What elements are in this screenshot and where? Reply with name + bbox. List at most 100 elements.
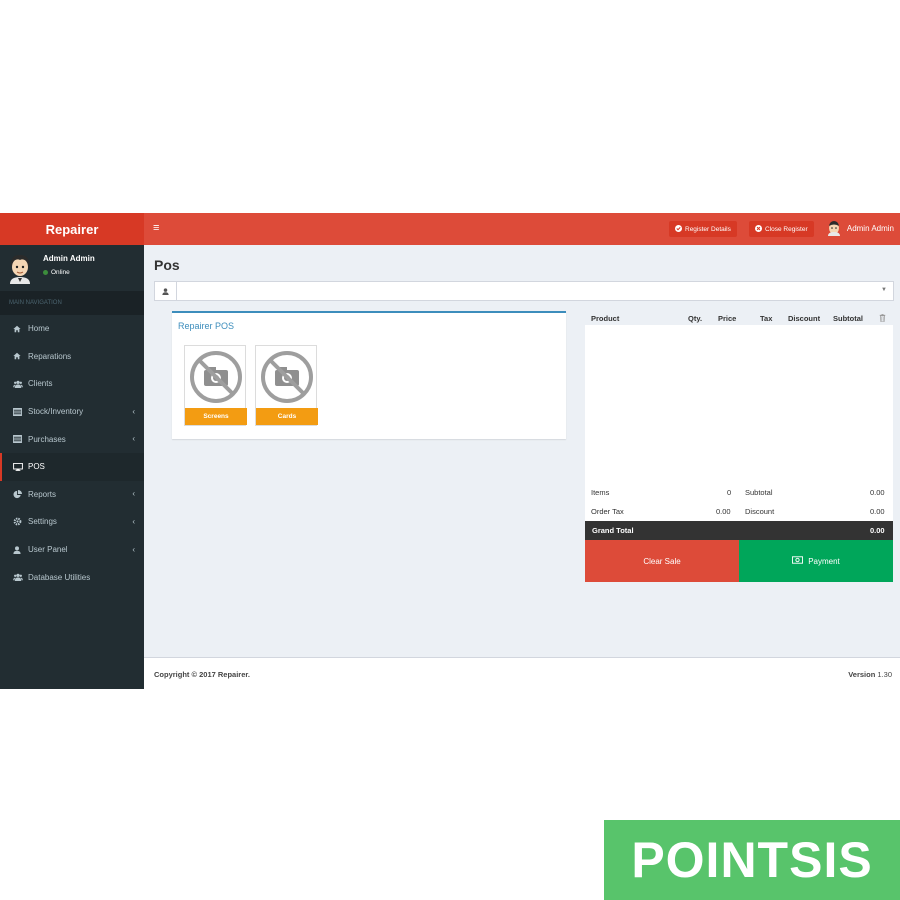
subtotal-label: Subtotal xyxy=(745,488,773,497)
copyright-text: Copyright © 2017 Repairer. xyxy=(154,670,250,679)
footer: Copyright © 2017 Repairer. Version 1.30 xyxy=(144,657,900,689)
user-avatar-icon xyxy=(827,221,840,236)
screenshot-canvas: Repairer Admin Admin Online MAIN NAVIGAT… xyxy=(0,0,900,900)
chevron-left-icon: ‹ xyxy=(132,489,135,499)
column-header-discount: Discount xyxy=(788,313,821,323)
user-icon xyxy=(155,282,177,300)
column-header-tax: Tax xyxy=(760,313,773,323)
column-header-qty: Qty. xyxy=(688,313,703,323)
close-register-button[interactable]: Close Register xyxy=(749,221,814,237)
sidebar-item-label: POS xyxy=(28,462,45,472)
user-status-text: Online xyxy=(51,269,70,276)
payment-button[interactable]: Payment xyxy=(739,540,893,582)
sidebar: Repairer Admin Admin Online MAIN NAVIGAT… xyxy=(0,213,144,689)
client-select[interactable]: ▼ xyxy=(154,281,894,301)
subtotal-value: 0.00 xyxy=(870,488,885,497)
home-icon xyxy=(13,352,25,360)
user-status: Online xyxy=(43,269,70,276)
sidebar-item-label: Settings xyxy=(28,517,57,527)
register-details-label: Register Details xyxy=(685,225,731,233)
version-info: Version 1.30 xyxy=(848,670,892,679)
discount-label: Discount xyxy=(745,507,775,516)
list-icon xyxy=(13,435,25,444)
sidebar-item-settings[interactable]: Settings ‹ xyxy=(0,508,144,536)
order-panel: Product Qty. Price Tax Discount Subtotal… xyxy=(585,311,893,583)
check-circle-icon xyxy=(675,224,682,234)
nav-header: MAIN NAVIGATION xyxy=(0,291,144,315)
page-title: Pos xyxy=(154,257,180,273)
top-user-name: Admin Admin xyxy=(846,223,894,233)
sidebar-item-label: Home xyxy=(28,324,50,334)
pos-categories-box: Repairer POS Screens Cards xyxy=(172,311,566,439)
grand-total-row: Grand Total 0.00 xyxy=(585,521,893,540)
monitor-icon xyxy=(13,462,25,471)
user-panel: Admin Admin Online xyxy=(0,245,144,291)
close-register-label: Close Register xyxy=(765,225,808,233)
menu-toggle-icon[interactable]: ≡ xyxy=(153,222,159,234)
payment-label: Payment xyxy=(808,556,840,566)
category-label: Cards xyxy=(256,408,318,425)
sidebar-item-label: Reparations xyxy=(28,351,72,361)
version-label: Version xyxy=(848,670,876,679)
version-value: 1.30 xyxy=(877,670,892,679)
chevron-down-icon: ▼ xyxy=(881,287,887,293)
sidebar-item-label: Purchases xyxy=(28,434,66,444)
discount-value: 0.00 xyxy=(870,507,885,516)
category-label: Screens xyxy=(185,408,247,425)
order-table-header: Product Qty. Price Tax Discount Subtotal xyxy=(585,311,893,325)
grand-total-value: 0.00 xyxy=(870,526,885,535)
no-image-icon xyxy=(261,351,313,403)
items-value: 0 xyxy=(727,488,732,497)
chevron-left-icon: ‹ xyxy=(132,544,135,554)
chevron-left-icon: ‹ xyxy=(132,517,135,527)
sidebar-item-stock-inventory[interactable]: Stock/Inventory ‹ xyxy=(0,398,144,426)
order-totals: Items 0 Subtotal 0.00 Order Tax 0.00 Dis… xyxy=(585,483,893,521)
sidebar-item-user-panel[interactable]: User Panel ‹ xyxy=(0,536,144,564)
sidebar-item-clients[interactable]: Clients xyxy=(0,370,144,398)
category-card-cards[interactable]: Cards xyxy=(255,345,318,426)
items-label: Items xyxy=(591,488,610,497)
clear-sale-button[interactable]: Clear Sale xyxy=(585,540,739,582)
chevron-left-icon: ‹ xyxy=(132,406,135,416)
pie-chart-icon xyxy=(13,489,25,499)
user-icon xyxy=(13,545,25,554)
column-header-price: Price xyxy=(718,313,737,323)
sidebar-user-name: Admin Admin xyxy=(43,254,95,263)
sidebar-item-pos[interactable]: POS xyxy=(0,452,144,481)
home-icon xyxy=(13,325,25,333)
category-card-screens[interactable]: Screens xyxy=(184,345,247,426)
close-circle-icon xyxy=(755,224,762,234)
list-icon xyxy=(13,407,25,416)
sidebar-item-label: Reports xyxy=(28,489,57,499)
brand-logo[interactable]: Repairer xyxy=(0,213,144,245)
order-tax-value: 0.00 xyxy=(716,507,731,516)
sidebar-item-reparations[interactable]: Reparations xyxy=(0,343,144,371)
top-navbar: ≡ Register Details Close Register Admin … xyxy=(144,213,900,245)
order-items-list xyxy=(585,325,893,483)
sidebar-item-label: Clients xyxy=(28,379,53,389)
grand-total-label: Grand Total xyxy=(592,526,634,535)
avatar xyxy=(7,252,33,284)
no-image-icon xyxy=(190,351,242,403)
gear-icon xyxy=(13,517,25,526)
trash-icon[interactable] xyxy=(879,314,886,324)
sidebar-nav: Home Reparations Clients Stock/Inventory… xyxy=(0,315,144,591)
users-icon xyxy=(13,380,25,388)
chevron-left-icon: ‹ xyxy=(132,434,135,444)
online-status-icon xyxy=(43,270,48,275)
register-details-button[interactable]: Register Details xyxy=(669,221,737,237)
column-header-product: Product xyxy=(591,313,620,323)
sidebar-item-label: Stock/Inventory xyxy=(28,407,84,417)
sidebar-item-home[interactable]: Home xyxy=(0,315,144,343)
column-header-subtotal: Subtotal xyxy=(833,313,863,323)
app-window: Repairer Admin Admin Online MAIN NAVIGAT… xyxy=(0,213,900,689)
sidebar-item-purchases[interactable]: Purchases ‹ xyxy=(0,425,144,453)
sidebar-item-reports[interactable]: Reports ‹ xyxy=(0,481,144,509)
pointsis-watermark: POINTSIS xyxy=(604,820,900,900)
pos-box-title: Repairer POS xyxy=(178,321,235,331)
user-menu[interactable]: Admin Admin xyxy=(827,220,894,236)
sidebar-item-database-utilities[interactable]: Database Utilities xyxy=(0,563,144,591)
money-icon xyxy=(792,556,804,566)
users-icon xyxy=(13,573,25,582)
main-content: Pos ▼ Repairer POS Screens Cards Product… xyxy=(144,245,900,657)
